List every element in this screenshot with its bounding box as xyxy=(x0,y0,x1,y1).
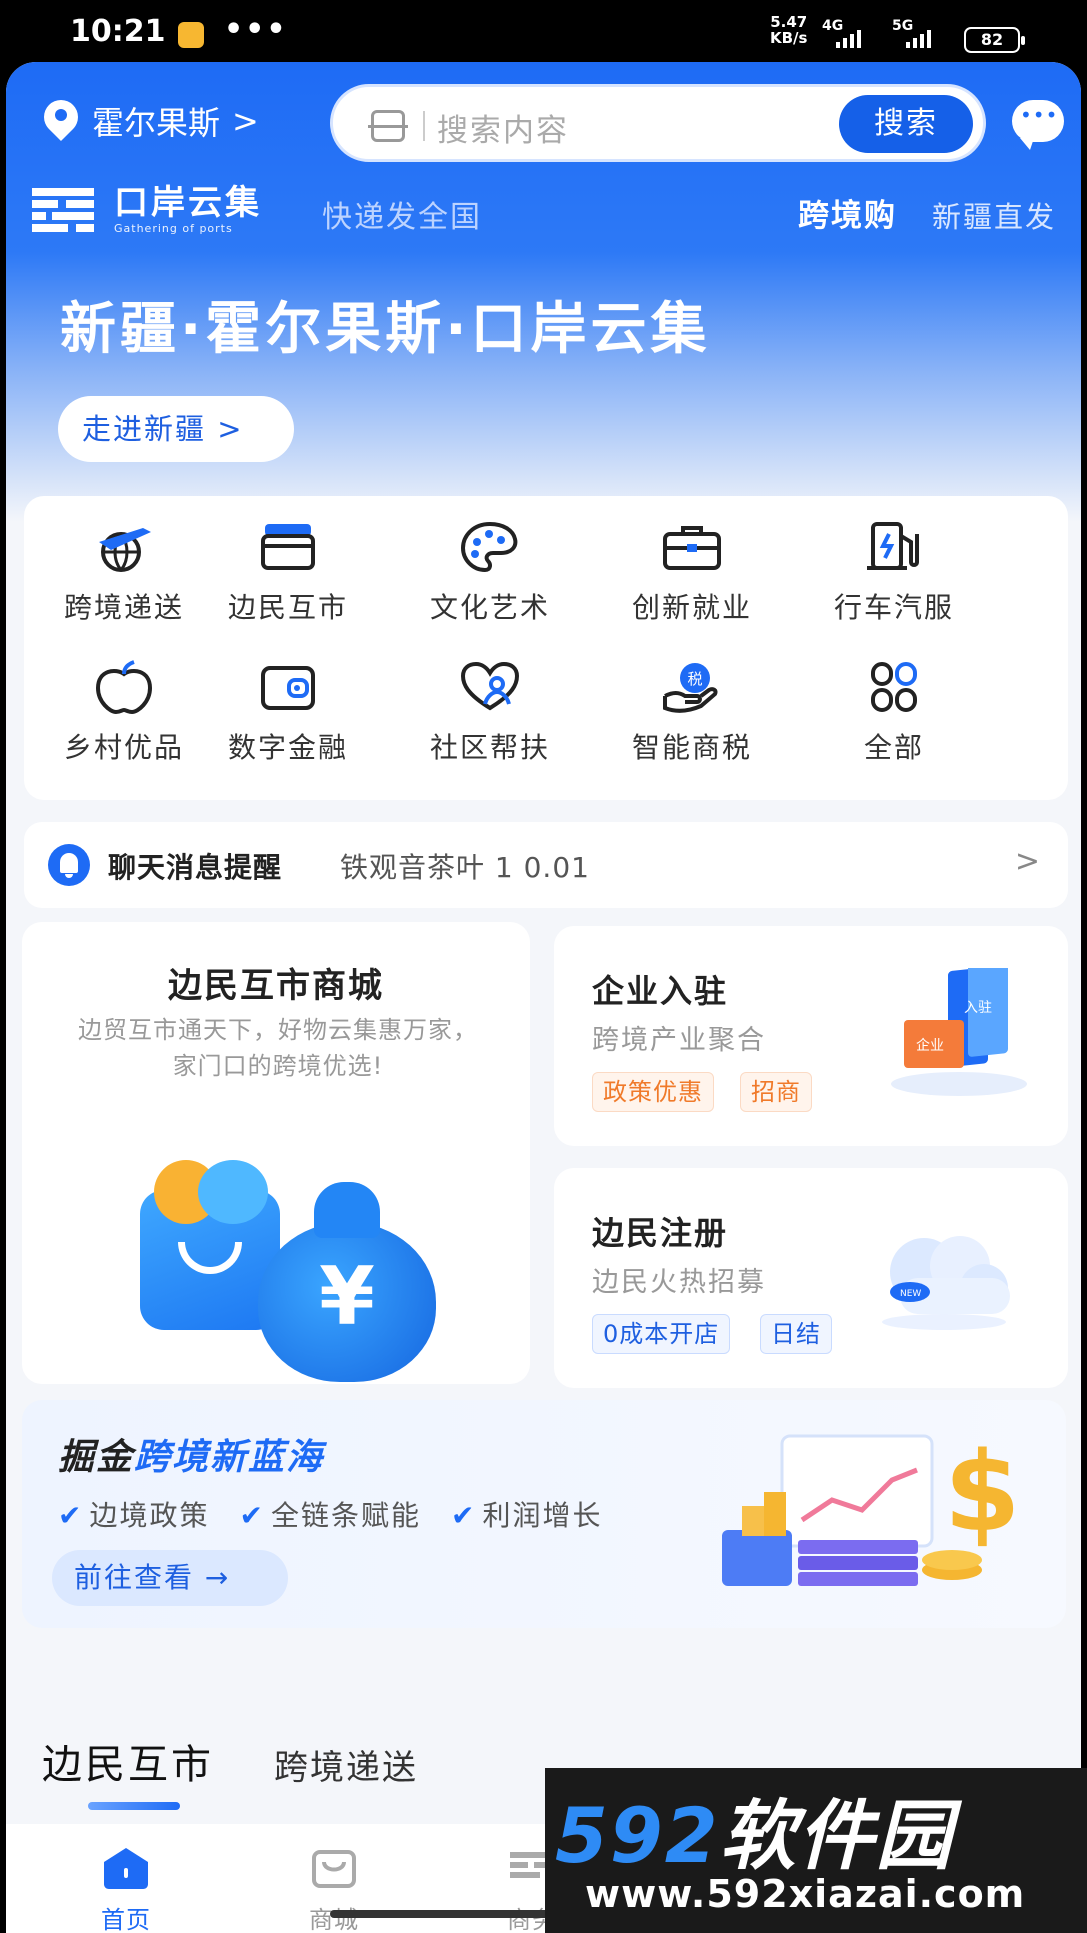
location-name: 霍尔果斯 xyxy=(92,104,221,142)
brand-logo: 口岸云集 Gathering of ports xyxy=(32,184,262,235)
cloud-new-illustration: NEW xyxy=(882,1236,1010,1330)
enterprise-illustration: 入驻 企业 xyxy=(891,968,1027,1096)
svg-text:入驻: 入驻 xyxy=(964,1000,992,1016)
enterprise-subtitle: 跨境产业聚合 xyxy=(592,1025,766,1056)
bell-icon xyxy=(48,844,90,886)
money-growth-illustration: $ xyxy=(722,1428,1021,1586)
grid-item-all[interactable]: 全部 xyxy=(794,658,994,766)
register-title: 边民注册 xyxy=(592,1214,729,1252)
service-grid: 跨境递送 边民互市 文化艺术 创新就业 行车汽服 乡村优品 数字金融 社区帮扶 … xyxy=(24,496,1068,800)
slogan: 快递发全国 xyxy=(322,200,482,235)
svg-text:NEW: NEW xyxy=(900,1289,921,1299)
tag-policy: 政策优惠 xyxy=(592,1072,714,1112)
fuel-pump-icon xyxy=(859,518,929,576)
scan-icon[interactable] xyxy=(368,110,408,142)
logo-mark-icon xyxy=(32,187,94,232)
watermark-name: 软件园 xyxy=(719,1791,954,1880)
check-icon: ✔ xyxy=(239,1499,265,1532)
heart-person-icon xyxy=(455,658,525,716)
tag-daily-pay: 日结 xyxy=(760,1314,832,1354)
watermark-number: 592 xyxy=(555,1791,720,1880)
search-divider xyxy=(423,111,425,141)
status-time: 10:21 xyxy=(70,14,166,49)
signal-4g-icon xyxy=(836,30,861,48)
logo-subtext: Gathering of ports xyxy=(114,222,233,235)
wallet-icon xyxy=(253,658,323,716)
chevron-right-icon: > xyxy=(232,102,259,140)
hero-title: 新疆·霍尔果斯·口岸云集 xyxy=(60,297,711,362)
banner-points: ✔ 边境政策 ✔ 全链条赋能 ✔ 利润增长 xyxy=(58,1494,602,1534)
apple-icon xyxy=(89,658,159,716)
nav-mall[interactable]: 商城 xyxy=(274,1846,394,1933)
chevron-right-icon: > xyxy=(217,412,244,446)
more-notifications-icon: ••• xyxy=(224,12,288,47)
tab-underline xyxy=(88,1802,180,1810)
tag-investment: 招商 xyxy=(740,1072,812,1112)
enterprise-title: 企业入驻 xyxy=(592,972,729,1010)
briefcase-icon xyxy=(657,518,727,576)
notice-text: 铁观音茶叶 1 0.01 xyxy=(340,851,590,884)
tag-zero-cost: 0成本开店 xyxy=(592,1314,731,1354)
status-bar: 10:21 ••• 5.47 KB/s 4G 5G 82 xyxy=(0,0,1087,66)
storefront-icon xyxy=(253,518,323,576)
shopping-bag-outline-icon xyxy=(312,1850,356,1888)
mall-title: 边民互市商城 xyxy=(168,966,384,1006)
chat-notice-bar[interactable]: 聊天消息提醒 铁观音茶叶 1 0.01 > xyxy=(24,822,1068,908)
tab-border-trade[interactable]: 边民互市 xyxy=(42,1732,214,1790)
xinjiang-direct-label: 新疆直发 xyxy=(932,200,1057,234)
notice-title: 聊天消息提醒 xyxy=(108,851,283,884)
check-icon: ✔ xyxy=(58,1499,84,1532)
tax-hand-icon: 税 xyxy=(657,658,727,716)
app-screen: 霍尔果斯 > 搜索内容 搜索 口岸云集 Gathering of ports 快… xyxy=(6,62,1081,1933)
banner-point: ✔ 边境政策 xyxy=(58,1499,210,1532)
svg-text:$: $ xyxy=(944,1428,1021,1556)
battery-icon: 82 xyxy=(964,27,1025,53)
grid-item-community-help[interactable]: 社区帮扶 xyxy=(390,658,590,766)
check-icon: ✔ xyxy=(450,1499,477,1532)
search-bar[interactable]: 搜索内容 搜索 xyxy=(330,84,986,162)
svg-text:企业: 企业 xyxy=(916,1037,944,1054)
home-indicator[interactable] xyxy=(330,1910,550,1918)
grid-item-smart-tax[interactable]: 税 智能商税 xyxy=(592,658,792,766)
cross-border-banner[interactable]: 掘金跨境新蓝海 ✔ 边境政策 ✔ 全链条赋能 ✔ 利润增长 前往查看 → $ xyxy=(22,1400,1066,1628)
grid-item-car-service[interactable]: 行车汽服 xyxy=(794,518,994,626)
yuan-symbol: ¥ xyxy=(319,1250,375,1343)
grid-item-culture-art[interactable]: 文化艺术 xyxy=(390,518,590,626)
search-button[interactable]: 搜索 xyxy=(839,95,973,153)
banner-point: ✔ 全链条赋能 xyxy=(239,1499,421,1532)
tab-cross-border-delivery[interactable]: 跨境递送 xyxy=(274,1740,418,1789)
banner-point: ✔ 利润增长 xyxy=(450,1499,603,1532)
border-resident-register-card[interactable]: 边民注册 边民火热招募 0成本开店 日结 NEW xyxy=(554,1168,1068,1388)
banner-title: 掘金跨境新蓝海 xyxy=(58,1437,325,1478)
border-trade-mall-card[interactable]: 边民互市商城 边贸互市通天下，好物云集惠万家， 家门口的跨境优选! ¥ xyxy=(22,922,530,1384)
arrow-right-icon: → xyxy=(204,1561,231,1594)
network-speed: 5.47 KB/s xyxy=(770,13,808,47)
watermark-url: www.592xiazai.com xyxy=(585,1872,1026,1916)
go-view-button[interactable]: 前往查看 → xyxy=(52,1550,288,1606)
register-subtitle: 边民火热招募 xyxy=(592,1267,766,1298)
money-bag-icon: ¥ xyxy=(258,1182,436,1382)
chevron-right-icon: > xyxy=(1014,844,1040,879)
location-selector[interactable]: 霍尔果斯 > xyxy=(44,98,259,144)
chat-bubble-icon[interactable] xyxy=(1012,100,1064,150)
plane-globe-icon xyxy=(89,518,159,576)
mall-description: 边贸互市通天下，好物云集惠万家， 家门口的跨境优选! xyxy=(78,1016,478,1080)
notification-app-icon xyxy=(178,22,204,48)
nav-home[interactable]: 首页 xyxy=(66,1846,186,1933)
search-input[interactable]: 搜索内容 xyxy=(437,105,569,150)
signal-5g-icon xyxy=(906,30,931,48)
grid-item-border-trade[interactable]: 边民互市 xyxy=(188,518,388,626)
enterprise-join-card[interactable]: 企业入驻 跨境产业聚合 政策优惠 招商 入驻 企业 xyxy=(554,926,1068,1146)
watermark: 592软件园 www.592xiazai.com xyxy=(545,1768,1087,1933)
home-icon xyxy=(104,1848,148,1889)
cross-border-label: 跨境购 xyxy=(798,198,897,234)
all-grid-icon xyxy=(859,658,929,716)
grid-item-innovation-jobs[interactable]: 创新就业 xyxy=(592,518,792,626)
logo-text: 口岸云集 xyxy=(114,183,262,223)
palette-icon xyxy=(455,518,525,576)
svg-text:税: 税 xyxy=(687,670,702,688)
enter-xinjiang-button[interactable]: 走进新疆 > xyxy=(58,396,294,462)
grid-item-digital-finance[interactable]: 数字金融 xyxy=(188,658,388,766)
location-pin-icon xyxy=(44,100,78,142)
